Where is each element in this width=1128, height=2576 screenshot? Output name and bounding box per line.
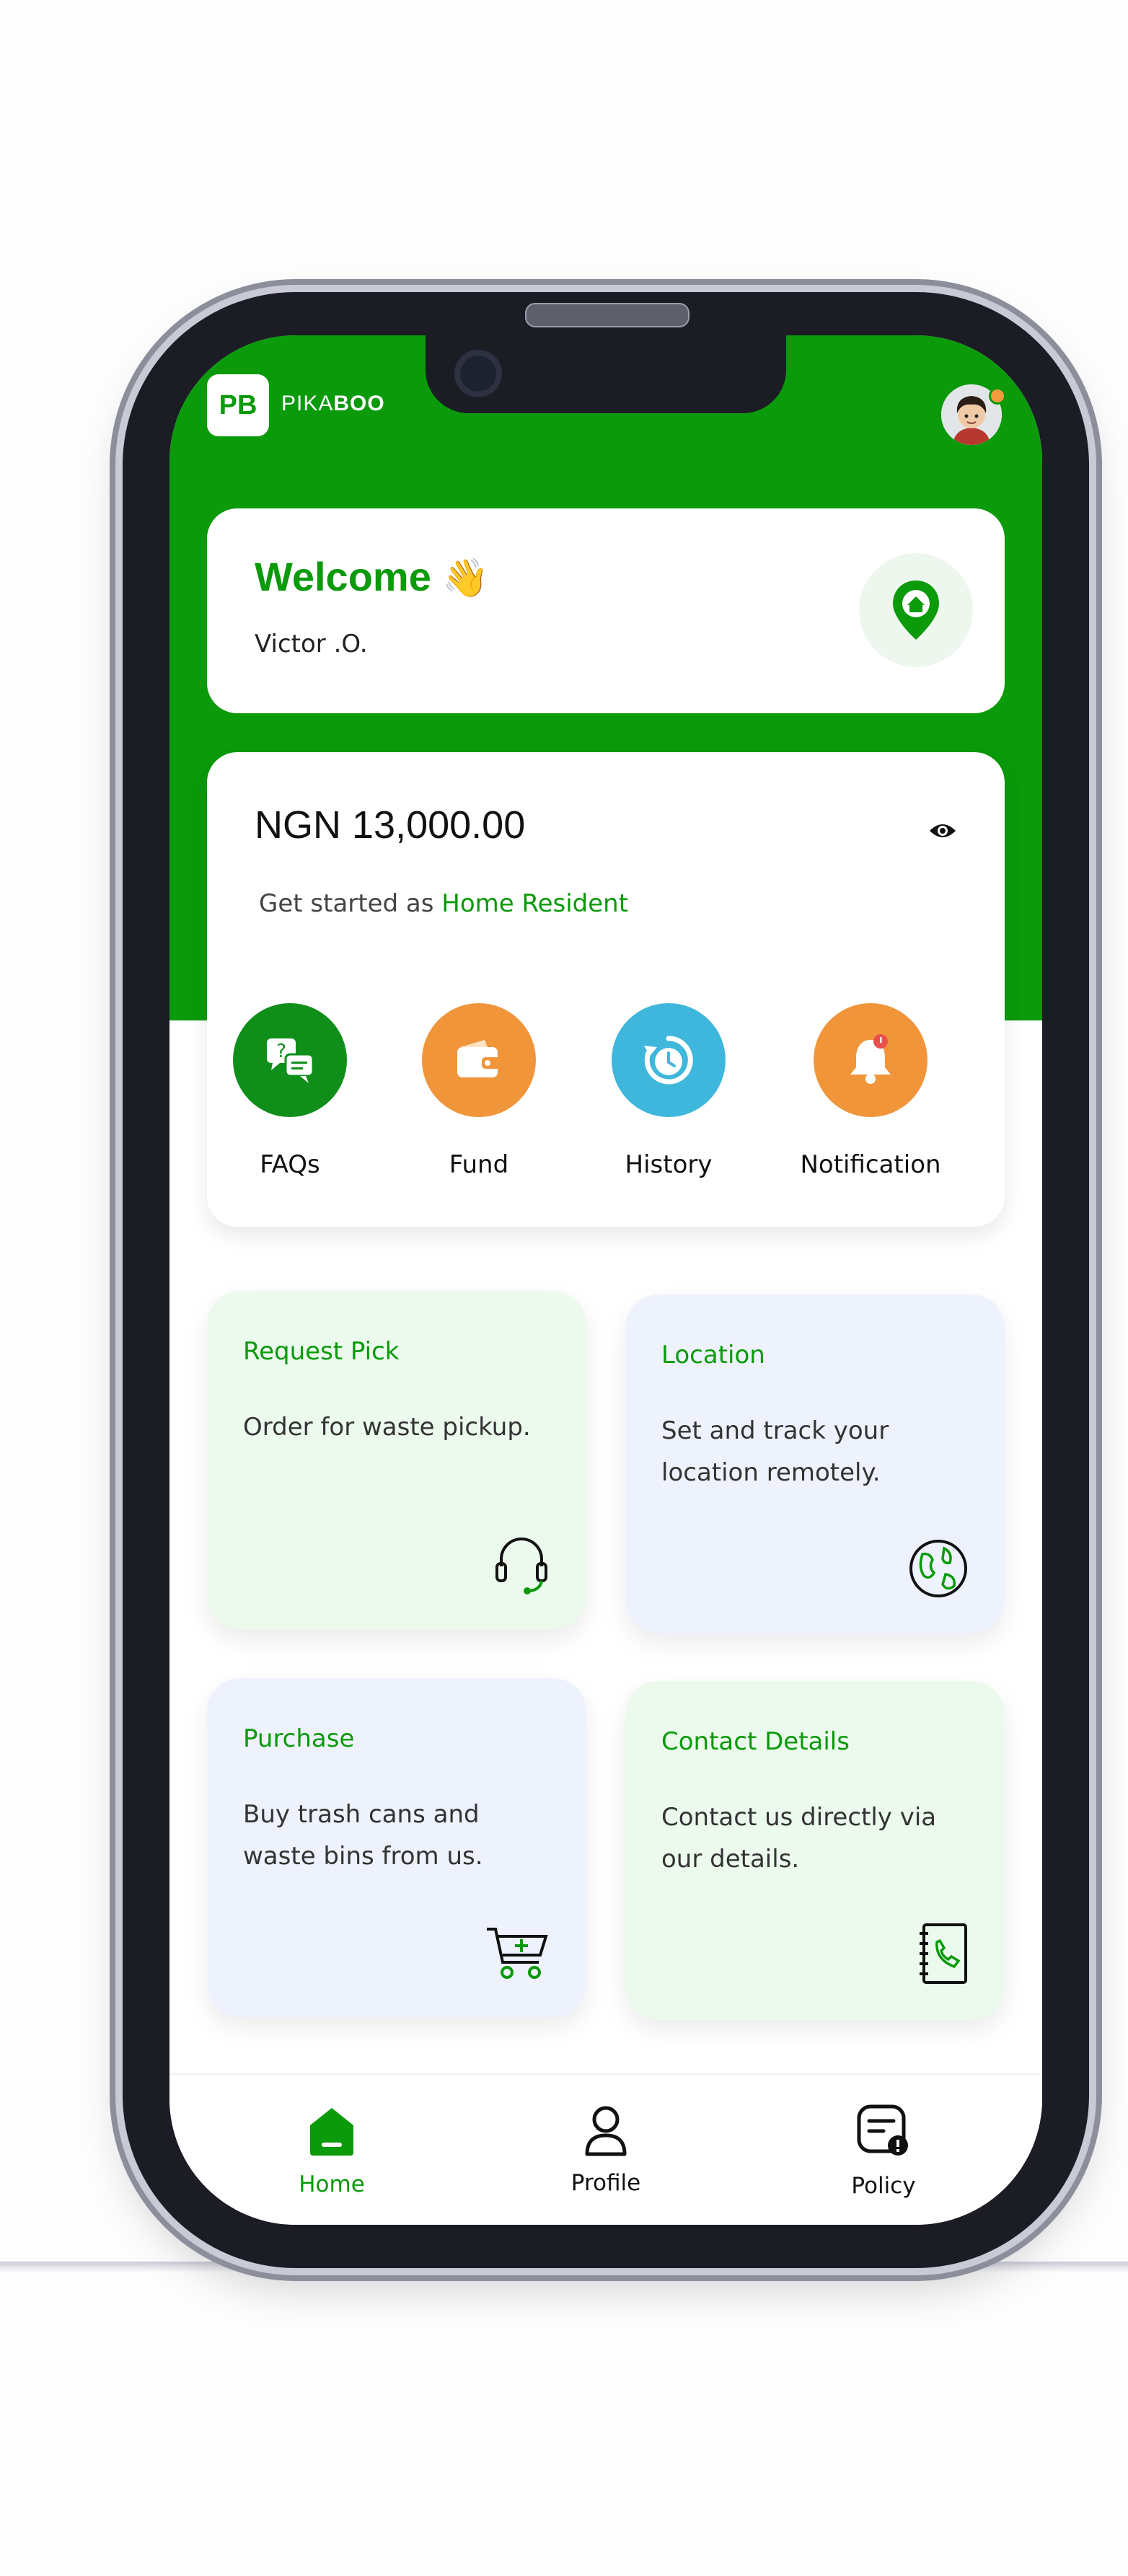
home-icon [310, 2108, 353, 2156]
globe-icon [908, 1538, 969, 1602]
home-location-button[interactable] [859, 553, 973, 667]
brand-name: PIKABOO [281, 392, 385, 415]
bell-icon [814, 1003, 927, 1117]
phonebook-icon [915, 1922, 969, 1988]
nav-policy[interactable]: Policy [797, 2104, 970, 2199]
quick-action-notification[interactable]: Notification [784, 1003, 957, 1179]
bottom-navigation: Home Profile Policy [169, 2073, 1042, 2225]
wallet-icon [422, 1003, 536, 1117]
get-started-text: Get started as Home Resident [259, 889, 629, 918]
front-camera [454, 350, 502, 397]
phone-notch [426, 335, 786, 413]
quick-action-history[interactable]: History [582, 1003, 755, 1179]
welcome-card: Welcome 👋 Victor .O. [207, 508, 1005, 713]
quick-action-fund[interactable]: Fund [392, 1003, 565, 1179]
wave-emoji: 👋 [442, 557, 490, 599]
avatar-status-dot [989, 387, 1006, 405]
home-pin-icon [893, 581, 939, 640]
history-clock-icon [612, 1003, 726, 1117]
welcome-title: Welcome 👋 [255, 554, 490, 599]
eye-icon [930, 824, 956, 837]
app-logo: PB [207, 374, 269, 436]
app-screen: PB PIKABOO Welcome 👋 Victor .O. NGN 13,0… [169, 335, 1042, 2225]
quick-action-faqs[interactable]: ? FAQs [203, 1003, 376, 1179]
faq-chat-icon: ? [233, 1003, 347, 1117]
wallet-card: NGN 13,000.00 Get started as Home Reside… [207, 752, 1005, 1227]
user-name: Victor .O. [255, 630, 368, 658]
cart-add-icon [484, 1923, 550, 1985]
wallet-balance: NGN 13,000.00 [255, 803, 526, 847]
user-icon [585, 2106, 627, 2156]
toggle-balance-visibility[interactable] [928, 821, 957, 844]
nav-profile[interactable]: Profile [519, 2104, 692, 2196]
headset-icon [493, 1530, 550, 1598]
location-card[interactable]: Location Set and track your location rem… [625, 1294, 1005, 1633]
contact-details-card[interactable]: Contact Details Contact us directly via … [625, 1681, 1005, 2020]
nav-home[interactable]: Home [245, 2104, 418, 2197]
request-pick-card[interactable]: Request Pick Order for waste pickup. [207, 1291, 586, 1630]
role-link[interactable]: Home Resident [441, 889, 628, 918]
purchase-card[interactable]: Purchase Buy trash cans and waste bins f… [207, 1678, 586, 2017]
phone-speaker [525, 303, 689, 327]
policy-icon [857, 2104, 908, 2156]
